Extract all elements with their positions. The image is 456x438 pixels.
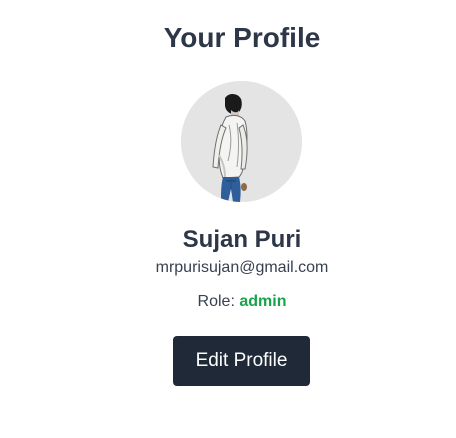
page-title: Your Profile bbox=[163, 22, 321, 53]
profile-role: Role: admin bbox=[0, 293, 456, 311]
role-value: admin bbox=[239, 293, 287, 310]
profile-name: Sujan Puri bbox=[182, 226, 302, 253]
avatar-photo bbox=[181, 81, 302, 202]
profile-email: mrpurisujan@gmail.com bbox=[155, 259, 329, 276]
edit-profile-button[interactable]: Edit Profile bbox=[173, 336, 310, 386]
avatar bbox=[181, 81, 302, 202]
role-label: Role: bbox=[197, 293, 235, 310]
profile-page: Your Profile Sujan Puri mrpurisujan@gmai… bbox=[0, 0, 456, 438]
